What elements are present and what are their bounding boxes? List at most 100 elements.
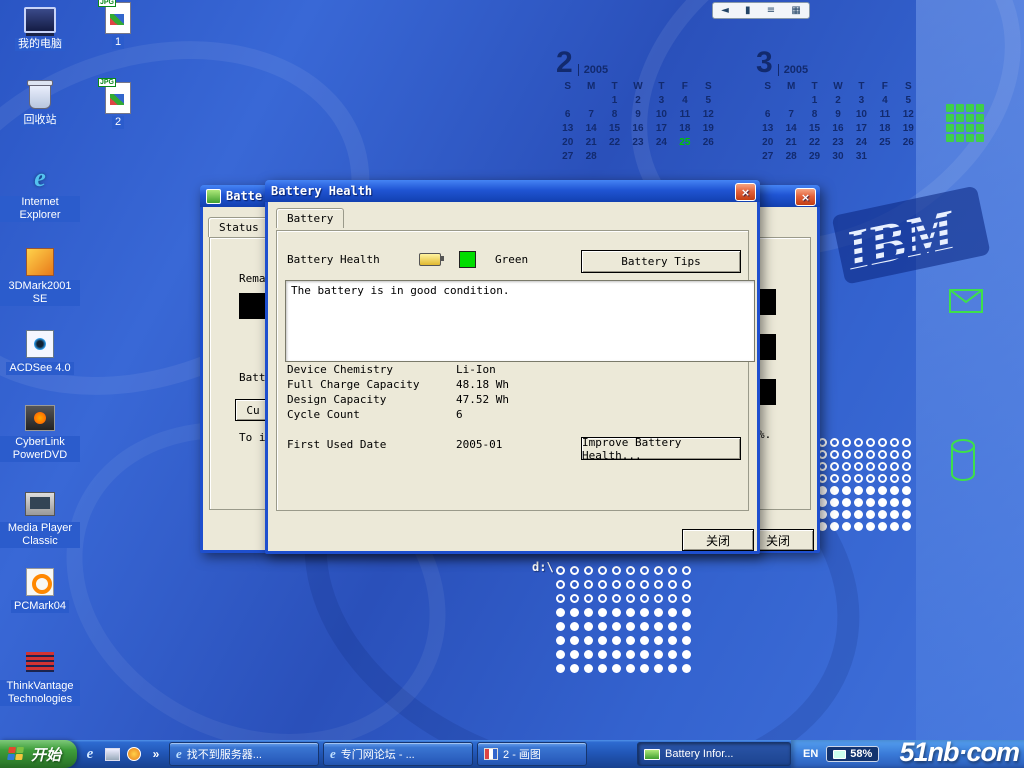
- desktop-icon-label: 1: [112, 36, 124, 49]
- ie-icon: e: [176, 746, 182, 762]
- battery-app-icon: [206, 189, 221, 204]
- start-label: 开始: [31, 744, 61, 765]
- battery-icon: [644, 749, 660, 760]
- presentation-toolbar: ◄ ▮ ≡ ▦: [712, 2, 810, 19]
- battery-tips-button[interactable]: Battery Tips: [581, 250, 741, 273]
- dots-pattern-right: [818, 438, 911, 531]
- language-indicator[interactable]: EN: [803, 748, 818, 760]
- media-player-classic-icon: [22, 488, 58, 520]
- close-dialog-button[interactable]: 关闭: [682, 529, 754, 551]
- menu-icon[interactable]: ≡: [767, 5, 775, 16]
- calendar-grid: SMTWTFS123456789101112131415161718192021…: [756, 80, 920, 163]
- desktop-icon-my-computer[interactable]: 我的电脑: [0, 4, 80, 51]
- tab-status[interactable]: Status: [208, 217, 270, 237]
- battery-icon: [419, 253, 441, 266]
- display-icon[interactable]: ▮: [745, 5, 751, 16]
- battery-gauge-fragment: [758, 334, 776, 360]
- jpg-file-icon: JPG: [100, 2, 136, 34]
- desktop-icon-recycle-bin[interactable]: 回收站: [0, 80, 80, 127]
- close-button[interactable]: ×: [795, 188, 816, 206]
- health-status-text: Green: [495, 253, 528, 266]
- desktop-icon-label: Media Player Classic: [0, 522, 80, 548]
- desktop-icon-powerdvd[interactable]: CyberLink PowerDVD: [0, 402, 80, 462]
- field-value: 47.52 Wh: [456, 393, 509, 406]
- window-title: Battery Health: [271, 184, 372, 198]
- field-value: 6: [456, 408, 463, 421]
- dots-pattern-center: [556, 566, 691, 673]
- tray-battery-icon: [833, 750, 846, 759]
- desktop-icon-thinkvantage[interactable]: ThinkVantage Technologies: [0, 646, 80, 706]
- keypad-small-icon[interactable]: ▦: [791, 5, 800, 16]
- desktop-icon-3dmark2001[interactable]: 3DMark2001 SE: [0, 246, 80, 306]
- taskbar-button-paint[interactable]: 2 - 画图: [477, 742, 587, 766]
- database-cylinder-icon: [948, 438, 978, 484]
- task-label: Battery Infor...: [665, 748, 733, 760]
- desktop-icon-label: 3DMark2001 SE: [0, 280, 80, 306]
- jpg-file-icon: JPG: [100, 82, 136, 114]
- desktop-icon-file-1[interactable]: JPG 1: [78, 2, 158, 49]
- desktop-icon-label: 回收站: [21, 114, 60, 127]
- quick-launch-show-desktop[interactable]: [103, 745, 121, 763]
- taskbar-button-server-not-found[interactable]: e 找不到服务器...: [169, 742, 319, 766]
- paint-icon: [484, 748, 498, 760]
- quick-launch-media-player[interactable]: [125, 745, 143, 763]
- health-label: Battery Health: [287, 253, 380, 266]
- 3dmark-icon: [22, 246, 58, 278]
- desktop-icon-label: ACDSee 4.0: [6, 362, 73, 375]
- internet-explorer-icon: e: [22, 162, 58, 194]
- field-label: Full Charge Capacity: [287, 378, 419, 391]
- taskbar-button-forum[interactable]: e 专门网论坛 - ...: [323, 742, 473, 766]
- envelope-icon: [948, 288, 984, 314]
- battery-gauge-fragment: [758, 379, 776, 405]
- acdsee-icon: [22, 328, 58, 360]
- calendar-march: 3 2005 SMTWTFS12345678910111213141516171…: [756, 50, 920, 163]
- first-used-value: 2005-01: [456, 438, 502, 451]
- first-used-label: First Used Date: [287, 438, 386, 451]
- condition-textbox[interactable]: The battery is in good condition.: [285, 280, 755, 362]
- ie-icon: e: [330, 746, 336, 762]
- battery-health-window: Battery Health × Battery Battery Health …: [265, 180, 760, 554]
- field-label: Cycle Count: [287, 408, 360, 421]
- window-title: Batte: [226, 189, 262, 203]
- task-label: 专门网论坛 - ...: [341, 746, 415, 762]
- close-button[interactable]: ×: [735, 183, 756, 201]
- pcmark04-icon: [22, 566, 58, 598]
- speaker-icon[interactable]: ◄: [721, 5, 729, 16]
- field-value: Li-Ion: [456, 363, 496, 376]
- battery-gauge-fragment: [758, 289, 776, 315]
- powerdvd-icon: [22, 402, 58, 434]
- task-label: 2 - 画图: [503, 746, 541, 762]
- desktop-icon-label: 2: [112, 116, 124, 129]
- desktop-icon-label: ThinkVantage Technologies: [0, 680, 80, 706]
- desktop-icon-pcmark04[interactable]: PCMark04: [0, 566, 80, 613]
- health-status-swatch: [459, 251, 476, 268]
- tab-battery[interactable]: Battery: [276, 208, 344, 228]
- desktop-icon-file-2[interactable]: JPG 2: [78, 82, 158, 129]
- drive-label: d:\: [532, 560, 554, 574]
- desktop-icon-internet-explorer[interactable]: e Internet Explorer: [0, 162, 80, 222]
- month-numeral: 3: [756, 50, 773, 76]
- desktop-icon-media-player-classic[interactable]: Media Player Classic: [0, 488, 80, 548]
- taskbar-button-battery-information[interactable]: Battery Infor...: [637, 742, 791, 766]
- ibm-logo: IBM: [824, 176, 1000, 302]
- battery-health-titlebar[interactable]: Battery Health ×: [265, 180, 760, 202]
- desktop-icon-label: 我的电脑: [15, 38, 65, 51]
- quick-launch-overflow-icon[interactable]: »: [147, 745, 165, 763]
- desktop-icon-acdsee[interactable]: ACDSee 4.0: [0, 328, 80, 375]
- desktop-icon-label: PCMark04: [11, 600, 69, 613]
- my-computer-icon: [22, 4, 58, 36]
- battery-health-body: Battery Battery Health Green Battery Tip…: [268, 202, 757, 551]
- jpg-badge: JPG: [98, 0, 116, 7]
- desktop: IBM d:\ 2 2005 SMTWTFS123456789101112131…: [0, 0, 1024, 768]
- calendar-year: 2005: [578, 64, 608, 76]
- tray-battery-indicator[interactable]: 58%: [826, 746, 879, 762]
- to-label: To i: [239, 431, 266, 444]
- quick-launch-ie[interactable]: e: [81, 745, 99, 763]
- system-tray: EN 58%: [791, 740, 1024, 768]
- battery-percent: 58%: [850, 748, 872, 760]
- improve-battery-health-button[interactable]: Improve Battery Health...: [581, 437, 741, 460]
- calendar-year: 2005: [778, 64, 808, 76]
- start-button[interactable]: 开始: [0, 740, 77, 768]
- thinkvantage-icon: [22, 646, 58, 678]
- field-value: 48.18 Wh: [456, 378, 509, 391]
